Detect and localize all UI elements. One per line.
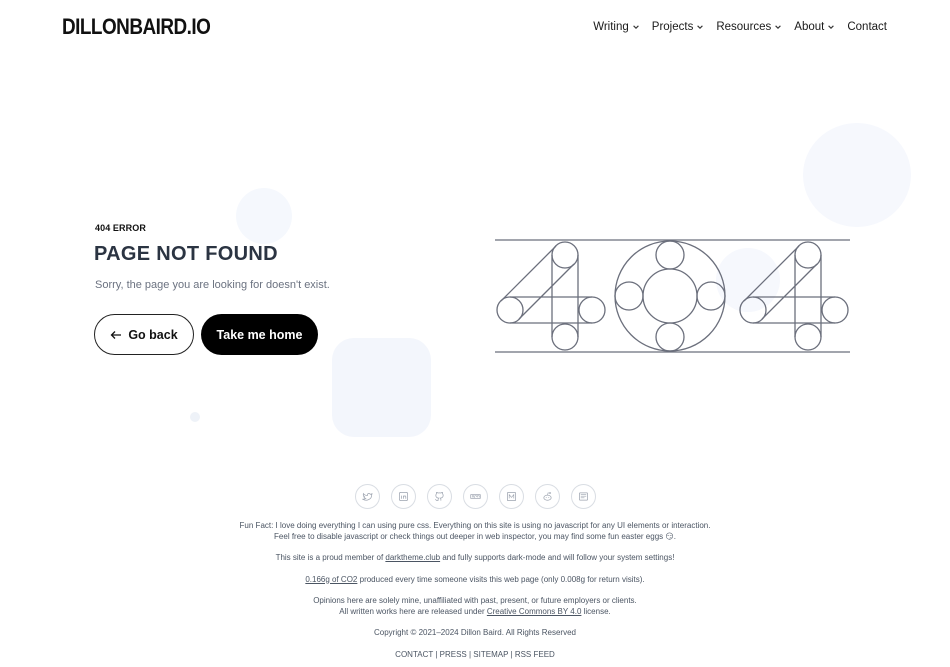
twitter-icon (362, 492, 373, 501)
chevron-down-icon (775, 25, 782, 29)
blog-link[interactable] (571, 484, 596, 509)
darktheme-post: and fully supports dark-mode and will fo… (440, 553, 675, 562)
nav-writing[interactable]: Writing (593, 21, 640, 33)
digit-four-left (496, 241, 606, 351)
nav-about[interactable]: About (794, 21, 835, 33)
footer-links: CONTACT | PRESS | SITEMAP | RSS FEED (395, 649, 555, 659)
github-icon (435, 492, 444, 502)
twitter-link[interactable] (355, 484, 380, 509)
404-illustration: 404 (495, 239, 850, 353)
nav-projects[interactable]: Projects (652, 21, 705, 33)
fun-fact-line-1: Fun Fact: I love doing everything I can … (239, 521, 711, 530)
main-nav: Writing Projects Resources About Contact (593, 21, 887, 33)
go-back-button[interactable]: Go back (94, 314, 194, 355)
medium-icon (507, 492, 516, 501)
copyright: Copyright © 2021–2024 Dillon Baird. All … (373, 628, 576, 637)
take-me-home-button[interactable]: Take me home (201, 314, 318, 355)
co2-note: 0.166g of CO2 produced every time someon… (0, 575, 950, 586)
site-footer: Fun Fact: I love doing everything I can … (0, 521, 950, 660)
digit-zero (614, 240, 726, 352)
error-tag: 404 ERROR (95, 223, 146, 233)
nav-writing-label: Writing (593, 21, 629, 33)
error-message: Sorry, the page you are looking for does… (95, 279, 330, 291)
decor-blob (236, 188, 292, 244)
npm-icon (470, 494, 481, 499)
reddit-icon (543, 492, 552, 501)
decor-blob (803, 123, 911, 227)
go-back-label: Go back (128, 327, 178, 342)
nav-about-label: About (794, 21, 825, 33)
medium-link[interactable] (499, 484, 524, 509)
nav-resources[interactable]: Resources (716, 21, 782, 33)
license-pre: All written works here are released unde… (339, 606, 487, 616)
darktheme-note: This site is a proud member of darktheme… (0, 553, 950, 564)
digit-four-right (739, 241, 849, 351)
license-note: All written works here are released unde… (0, 607, 950, 618)
footer-link-press[interactable]: PRESS (440, 650, 467, 659)
nav-contact-label: Contact (847, 21, 887, 33)
fun-fact-line-2: Feel free to disable javascript or check… (274, 531, 676, 541)
decor-blob (190, 412, 200, 422)
decor-blob (332, 338, 431, 437)
chevron-down-icon (697, 25, 704, 29)
page-title: PAGE NOT FOUND (94, 243, 278, 265)
license-link[interactable]: Creative Commons BY 4.0 (487, 607, 582, 616)
take-me-home-label: Take me home (216, 327, 303, 342)
footer-link-contact[interactable]: CONTACT (395, 650, 433, 659)
chevron-down-icon (632, 25, 639, 29)
arrow-left-icon (110, 330, 122, 339)
nav-resources-label: Resources (716, 21, 772, 33)
darktheme-link[interactable]: darktheme.club (385, 553, 440, 562)
chevron-down-icon (828, 25, 835, 29)
nav-projects-label: Projects (651, 21, 694, 33)
footer-link-rss[interactable]: RSS FEED (515, 650, 555, 659)
reddit-link[interactable] (535, 484, 560, 509)
co2-link[interactable]: 0.166g of CO2 (305, 575, 357, 584)
linkedin-link[interactable] (391, 484, 416, 509)
nav-contact[interactable]: Contact (847, 21, 887, 33)
linkedin-icon (399, 492, 408, 501)
blog-icon (579, 492, 588, 501)
license-post: license. (581, 606, 611, 616)
site-logo[interactable]: DILLONBAIRD.IO (62, 14, 211, 40)
co2-post: produced every time someone visits this … (357, 574, 645, 584)
github-link[interactable] (427, 484, 452, 509)
npm-link[interactable] (463, 484, 488, 509)
darktheme-pre: This site is a proud member of (275, 553, 386, 562)
opinions-note: Opinions here are solely mine, unaffilia… (313, 596, 637, 605)
footer-link-sitemap[interactable]: SITEMAP (473, 650, 508, 659)
social-links (355, 484, 596, 509)
